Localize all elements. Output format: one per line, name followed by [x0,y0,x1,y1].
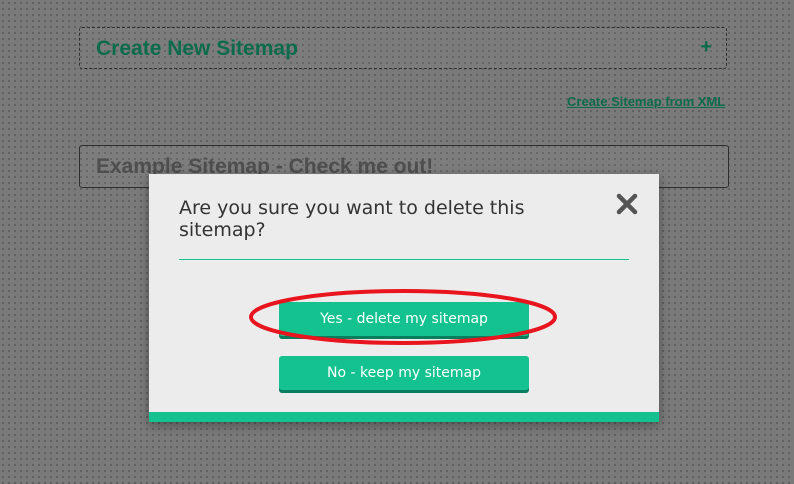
create-sitemap-panel[interactable]: Create New Sitemap + [79,27,727,69]
plus-icon[interactable]: + [700,36,712,59]
close-icon[interactable] [615,192,639,216]
create-sitemap-title[interactable]: Create New Sitemap [96,37,298,61]
modal-footer-bar [149,412,659,422]
cancel-delete-button[interactable]: No - keep my sitemap [279,356,529,390]
confirm-delete-button[interactable]: Yes - delete my sitemap [279,302,529,336]
create-from-xml-link[interactable]: Create Sitemap from XML [567,94,725,109]
modal-question: Are you sure you want to delete this sit… [179,197,525,241]
modal-divider [179,259,629,260]
delete-confirm-modal: Are you sure you want to delete this sit… [149,174,659,422]
